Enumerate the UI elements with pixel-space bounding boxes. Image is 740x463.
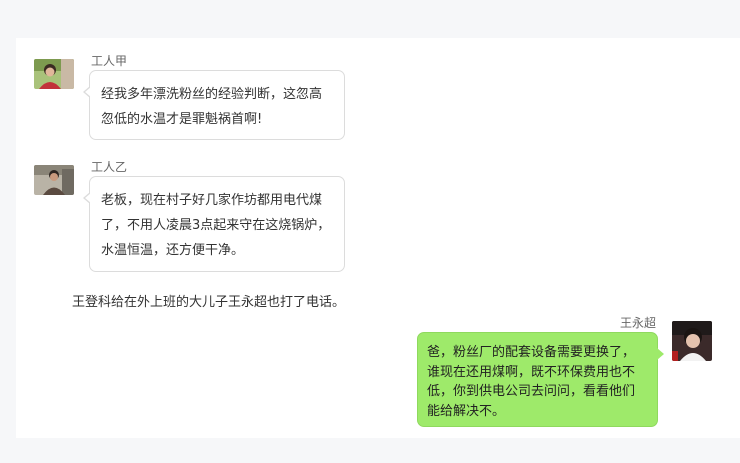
avatar-worker-a[interactable] bbox=[34, 59, 74, 89]
narration-text: 王登科给在外上班的大儿子王永超也打了电话。 bbox=[72, 295, 346, 310]
worker-a-portrait-icon bbox=[34, 59, 74, 89]
avatar-worker-b[interactable] bbox=[34, 165, 74, 195]
message-bubble[interactable]: 爸，粉丝厂的配套设备需要更换了，谁现在还用煤啊，既不环保费用也不低，你到供电公司… bbox=[417, 332, 664, 427]
message-bubble[interactable]: 经我多年漂洗粉丝的经验判断，这忽高忽低的水温才是罪魁祸首啊! bbox=[83, 70, 345, 140]
message-bubble[interactable]: 老板，现在村子好几家作坊都用电代煤了，不用人凌晨3点起来守在这烧锅炉，水温恒温，… bbox=[83, 176, 345, 272]
worker-b-portrait-icon bbox=[34, 165, 74, 195]
avatar-wang-yongchao[interactable] bbox=[672, 321, 712, 361]
wang-yongchao-portrait-icon bbox=[672, 321, 712, 361]
sender-name: 工人甲 bbox=[91, 54, 128, 68]
sender-name: 工人乙 bbox=[91, 160, 128, 174]
sender-name: 王永超 bbox=[620, 316, 657, 330]
